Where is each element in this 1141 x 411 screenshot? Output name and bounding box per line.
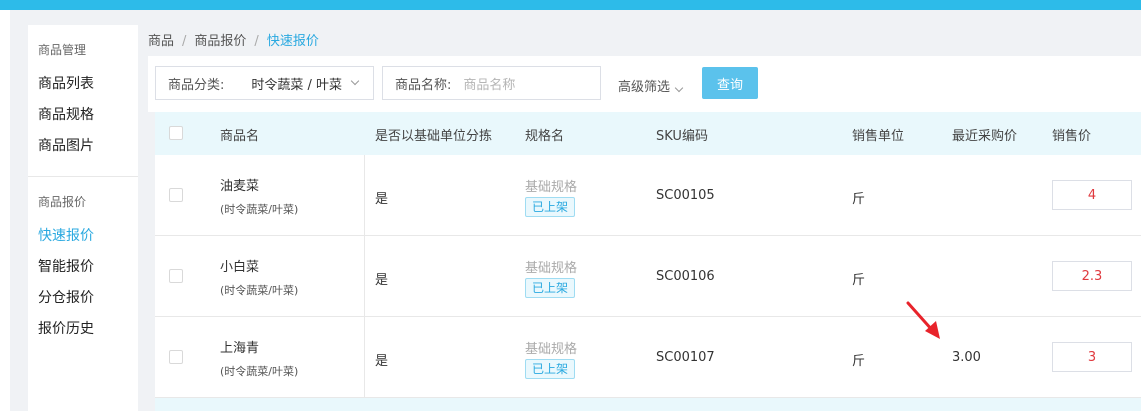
base-unit-sort: 是 (375, 273, 389, 288)
table-header: 商品名 是否以基础单位分拣 规格名 SKU编码 销售单位 最近采购价 销售价 (155, 112, 1141, 155)
header-sale-unit: 销售单位 (852, 129, 905, 144)
sidebar-item-warehouse-quote[interactable]: 分仓报价 (38, 287, 94, 307)
header-product-name: 商品名 (220, 129, 260, 144)
select-all-checkbox[interactable] (169, 126, 183, 140)
product-name-label: 商品名称: (395, 77, 452, 93)
header-sale-price: 销售价 (1052, 129, 1092, 144)
product-name: 油麦菜 (220, 179, 260, 194)
header-last-purchase-price: 最近采购价 (952, 129, 1018, 144)
row-checkbox[interactable] (169, 350, 183, 364)
top-bar (0, 0, 1141, 10)
breadcrumb: 商品 / 商品报价 / 快速报价 (148, 30, 319, 49)
query-button[interactable]: 查询 (702, 67, 758, 99)
spec-name: 基础规格 (525, 261, 578, 276)
quote-table: 商品名 是否以基础单位分拣 规格名 SKU编码 销售单位 最近采购价 销售价 油… (155, 112, 1141, 411)
product-name-input[interactable]: 商品名称 (463, 74, 515, 93)
sidebar-divider (28, 176, 138, 177)
product-name-field[interactable]: 商品名称: 商品名称 (382, 66, 601, 100)
advanced-filter-toggle[interactable]: 高级筛选 (618, 76, 684, 95)
spec-name: 基础规格 (525, 180, 578, 195)
table-row: 上海青 (时令蔬菜/叶菜) 是 基础规格 已上架 SC00107 斤 3.00 (155, 317, 1141, 398)
base-unit-sort: 是 (375, 354, 389, 369)
category-value: 时令蔬菜 / 叶菜 (251, 77, 343, 93)
header-base-unit-sort: 是否以基础单位分拣 (375, 129, 493, 144)
status-badge: 已上架 (525, 278, 576, 298)
sidebar-item-product-spec[interactable]: 商品规格 (38, 104, 94, 124)
sidebar-item-quick-quote[interactable]: 快速报价 (38, 225, 94, 245)
category-label: 商品分类: (168, 77, 225, 93)
sidebar-item-quote-history[interactable]: 报价历史 (38, 318, 94, 338)
product-category: (时令蔬菜/叶菜) (220, 365, 299, 378)
product-category: (时令蔬菜/叶菜) (220, 284, 299, 297)
chevron-down-icon (350, 76, 360, 86)
row-checkbox[interactable] (169, 269, 183, 283)
breadcrumb-item-quotation[interactable]: 商品报价 (194, 34, 246, 49)
sku-code: SC00106 (656, 269, 715, 284)
header-spec-name: 规格名 (525, 129, 565, 144)
product-category: (时令蔬菜/叶菜) (220, 203, 299, 216)
header-sku: SKU编码 (656, 129, 708, 144)
product-name: 小白菜 (220, 260, 260, 275)
sale-price-input[interactable] (1052, 342, 1132, 372)
sidebar-item-product-image[interactable]: 商品图片 (38, 135, 94, 155)
sale-price-input[interactable] (1052, 261, 1132, 291)
sale-unit: 斤 (852, 273, 866, 288)
column-divider (364, 155, 365, 411)
filter-bar: 商品分类: 时令蔬菜 / 叶菜 商品名称: 商品名称 高级筛选 查询 (148, 56, 1141, 112)
sku-code: SC00105 (656, 188, 715, 203)
status-badge: 已上架 (525, 197, 576, 217)
breadcrumb-item-current: 快速报价 (266, 34, 319, 49)
sidebar-group-quotation: 商品报价 (38, 195, 87, 209)
table-row: 油麦菜 (时令蔬菜/叶菜) 是 基础规格 已上架 SC00105 斤 (155, 155, 1141, 236)
status-badge: 已上架 (525, 359, 576, 379)
breadcrumb-item-product[interactable]: 商品 (148, 34, 174, 49)
red-arrow-icon (906, 301, 940, 339)
spec-name: 基础规格 (525, 342, 578, 357)
sidebar-item-smart-quote[interactable]: 智能报价 (38, 256, 94, 276)
chevron-down-icon (674, 83, 684, 93)
table-row: 小白菜 (时令蔬菜/叶菜) 是 基础规格 已上架 SC00106 斤 (155, 236, 1141, 317)
breadcrumb-separator: / (254, 34, 259, 49)
sidebar-group-product-management: 商品管理 (38, 43, 87, 57)
sale-unit: 斤 (852, 192, 866, 207)
last-purchase-price: 3.00 (952, 350, 981, 365)
sidebar: 商品管理 商品列表 商品规格 商品图片 商品报价 快速报价 智能报价 分仓报价 … (28, 25, 138, 411)
row-checkbox[interactable] (169, 188, 183, 202)
sidebar-item-product-list[interactable]: 商品列表 (38, 73, 94, 93)
sale-price-input[interactable] (1052, 180, 1132, 210)
category-select[interactable]: 商品分类: 时令蔬菜 / 叶菜 (155, 66, 374, 100)
advanced-filter-label: 高级筛选 (618, 80, 671, 95)
left-strip (0, 10, 10, 411)
product-name: 上海青 (220, 341, 260, 356)
base-unit-sort: 是 (375, 192, 389, 207)
table-next-row-strip (155, 398, 1141, 411)
breadcrumb-separator: / (182, 34, 187, 49)
sku-code: SC00107 (656, 350, 715, 365)
sale-unit: 斤 (852, 354, 866, 369)
